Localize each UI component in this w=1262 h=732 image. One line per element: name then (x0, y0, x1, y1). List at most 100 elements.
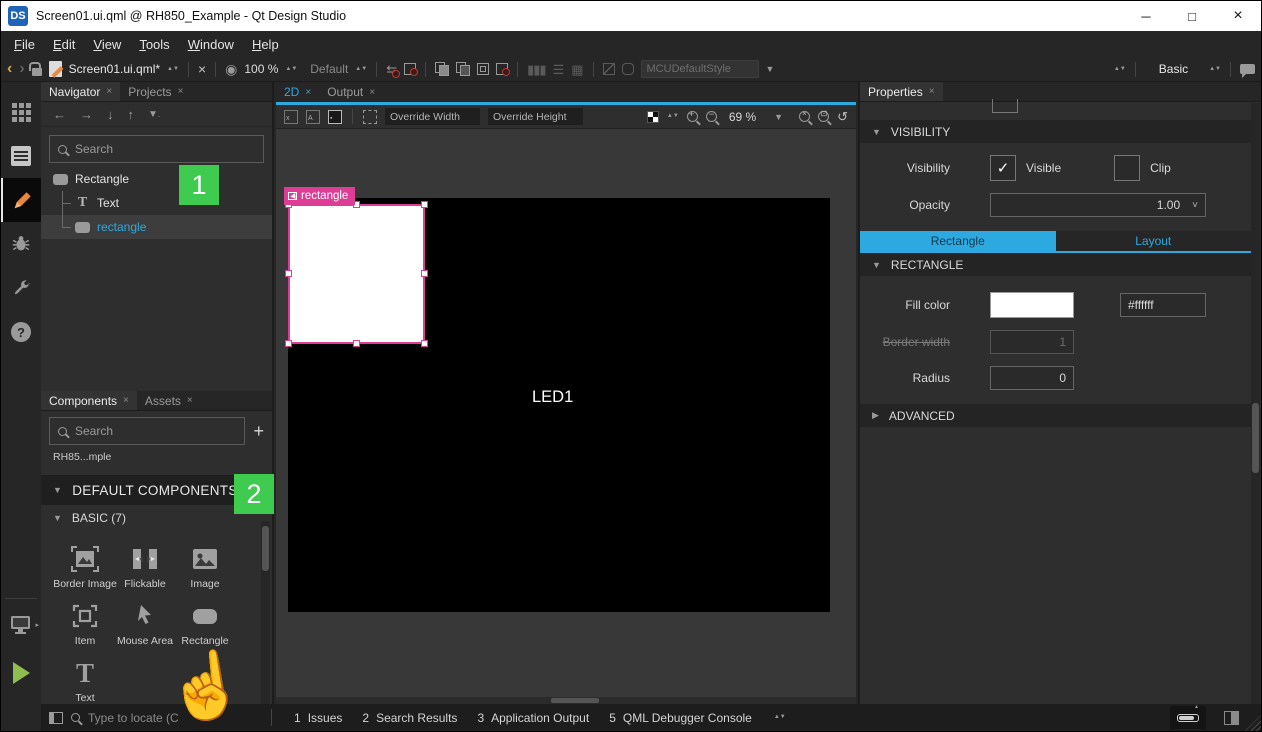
welcome-mode-button[interactable] (1, 90, 41, 134)
close-tab-icon[interactable]: × (929, 86, 935, 97)
component-image[interactable]: Image (175, 545, 235, 590)
run-button[interactable] (1, 651, 41, 695)
create-component-icon[interactable] (435, 62, 449, 76)
close-document-icon[interactable]: × (198, 62, 206, 76)
update-component-icon[interactable] (496, 63, 508, 75)
document-spinner-icon[interactable]: ▲▼ (167, 67, 179, 72)
component-flickable[interactable]: Flickable (115, 545, 175, 590)
close-tab-icon[interactable]: × (369, 87, 375, 98)
mcu-style-dropdown[interactable]: MCUDefaultStyle (641, 60, 759, 78)
theme-spinner-icon[interactable]: ▲▼ (1209, 67, 1221, 72)
resize-handle-bl[interactable] (285, 340, 292, 347)
run-preview-icon[interactable]: ◉ (225, 62, 237, 76)
tree-item-rectangle-root[interactable]: Rectangle (41, 167, 272, 191)
selected-rectangle[interactable] (288, 204, 425, 344)
add-module-button[interactable]: + (253, 421, 264, 442)
menu-help[interactable]: Help (243, 33, 288, 56)
build-progress-button[interactable] (1170, 706, 1206, 729)
move-up-icon[interactable]: ↑ (128, 107, 135, 122)
rounded-corner-icon[interactable] (622, 63, 634, 75)
components-scrollbar[interactable] (261, 521, 270, 704)
menu-edit[interactable]: Edit (44, 33, 84, 56)
edit-component-icon[interactable] (477, 63, 489, 75)
navigator-search-input[interactable]: Search (49, 135, 264, 163)
canvas-zoom-value[interactable]: 69 % (729, 110, 756, 124)
tree-item-rectangle-child[interactable]: rectangle (41, 215, 272, 239)
output-pane-issues[interactable]: 1Issues (294, 711, 342, 725)
component-rectangle[interactable]: Rectangle (175, 602, 235, 647)
close-tab-icon[interactable]: × (305, 87, 311, 98)
component-instance-icon[interactable] (456, 62, 470, 76)
artboard-text-led1[interactable]: LED1 (532, 388, 573, 407)
tab-navigator[interactable]: Navigator× (41, 82, 120, 101)
move-left-icon[interactable]: ← (53, 107, 66, 122)
move-right-icon[interactable]: → (80, 107, 93, 122)
clipped-checkbox[interactable] (992, 99, 1018, 113)
toggle-left-sidebar-icon[interactable] (49, 712, 63, 724)
preview-zoom-spinner-icon[interactable]: ▲▼ (285, 67, 297, 72)
open-document-name[interactable]: Screen01.ui.qml* (69, 62, 160, 76)
theme-value[interactable]: Basic (1159, 62, 1188, 76)
kit-selector-button[interactable]: ▸ (1, 603, 41, 647)
mcu-style-dropdown-arrow-icon[interactable]: ▼ (766, 64, 775, 74)
no-edit-icon[interactable] (603, 63, 615, 75)
resize-handle-tr[interactable] (421, 201, 428, 208)
move-down-icon[interactable]: ↓ (107, 107, 114, 122)
form-style-value[interactable]: Default (310, 62, 348, 76)
feedback-icon[interactable] (1240, 64, 1255, 74)
binary-view-icon[interactable]: ▮▮▮ (527, 63, 545, 76)
close-tab-icon[interactable]: × (106, 86, 112, 97)
help-mode-button[interactable]: ? (1, 310, 41, 354)
close-tab-icon[interactable]: × (187, 395, 193, 406)
zoom-out-icon[interactable]: − (706, 111, 717, 122)
resize-grip[interactable] (1245, 715, 1261, 731)
chevron-down-icon[interactable]: ˅ (1192, 200, 1198, 211)
component-border-image[interactable]: Border Image (55, 545, 115, 590)
component-mouse-area[interactable]: Mouse Area (115, 602, 175, 647)
no-snapping-icon[interactable]: x (284, 110, 298, 124)
export-frame-icon[interactable] (404, 63, 416, 75)
export-arrows-icon[interactable]: ⇆ (386, 63, 397, 76)
resize-handle-bm[interactable] (353, 340, 360, 347)
grid-view-icon[interactable]: ▦ (571, 63, 583, 76)
component-text[interactable]: T Text (55, 659, 115, 704)
fill-color-swatch[interactable] (990, 292, 1074, 318)
border-width-input[interactable]: 1 (990, 330, 1074, 354)
toggle-right-sidebar-icon[interactable] (1224, 711, 1239, 725)
section-rectangle[interactable]: ▼ RECTANGLE (860, 253, 1251, 276)
output-pane-application-output[interactable]: 3Application Output (477, 711, 589, 725)
visible-checkbox[interactable]: ✓ (990, 155, 1016, 181)
canvas-horizontal-scrollbar[interactable] (276, 697, 856, 704)
forward-icon[interactable]: › (19, 61, 24, 77)
project-module-item[interactable]: RH85...mple (53, 451, 272, 463)
menu-file[interactable]: File (5, 33, 44, 56)
output-pane-search-results[interactable]: 2Search Results (362, 711, 457, 725)
tab-output[interactable]: Output× (319, 82, 383, 102)
tab-projects[interactable]: Projects× (120, 82, 191, 101)
projects-mode-button[interactable] (1, 266, 41, 310)
list-view-icon[interactable]: ☰ (553, 63, 565, 76)
resize-handle-mr[interactable] (421, 270, 428, 277)
resize-handle-ml[interactable] (285, 270, 292, 277)
tree-item-text[interactable]: T Text (41, 191, 272, 215)
show-bounds-icon[interactable] (363, 110, 377, 124)
back-icon[interactable]: ‹ (7, 61, 12, 77)
section-advanced[interactable]: ▶ ADVANCED (860, 404, 1251, 427)
close-tab-icon[interactable]: × (123, 395, 129, 406)
resize-handle-br[interactable] (421, 340, 428, 347)
background-color-icon[interactable] (647, 111, 659, 123)
zoom-in-icon[interactable]: + (687, 111, 698, 122)
tab-2d[interactable]: 2D× (276, 82, 319, 102)
close-tab-icon[interactable]: × (178, 86, 184, 97)
minimize-button[interactable]: ─ (1123, 1, 1169, 31)
close-button[interactable]: × (1215, 1, 1261, 31)
debug-mode-button[interactable] (1, 222, 41, 266)
filter-icon[interactable]: ▼. (148, 109, 160, 120)
zoom-dropdown-arrow-icon[interactable]: ▼ (774, 112, 783, 122)
maximize-button[interactable]: □ (1169, 1, 1215, 31)
section-visibility[interactable]: ▼ VISIBILITY (860, 120, 1251, 143)
reset-view-icon[interactable]: ↺ (837, 109, 848, 125)
selection-label[interactable]: rectangle (284, 187, 355, 205)
properties-scrollbar[interactable] (1251, 103, 1260, 704)
output-pane-spinner-icon[interactable]: ▲▼ (774, 715, 786, 720)
